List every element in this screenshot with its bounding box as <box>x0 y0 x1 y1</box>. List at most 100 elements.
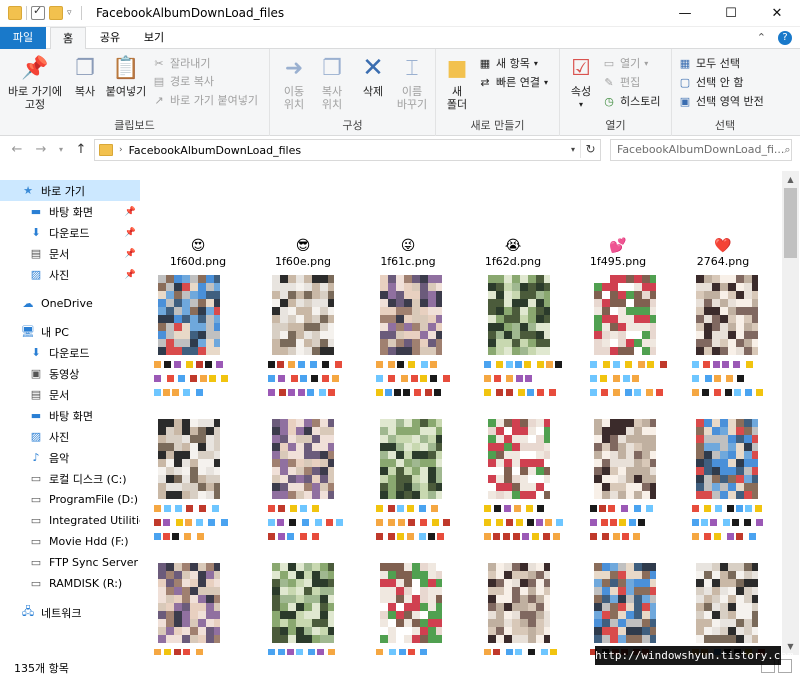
paste-shortcut-button[interactable]: ↗ 바로 가기 붙여넣기 <box>152 92 258 108</box>
tab-file[interactable]: 파일 <box>0 27 46 49</box>
nav-pc-item[interactable]: ▭ RAMDISK (R:) <box>0 573 140 594</box>
blurred-caption-dot <box>715 505 722 512</box>
nav-pc-item[interactable]: ▭ ProgramFile (D:) <box>0 489 140 510</box>
thumbnail-pixel <box>380 283 388 291</box>
nav-this-pc[interactable]: 🖥 내 PC <box>0 321 140 342</box>
tab-view[interactable]: 보기 <box>134 27 174 49</box>
maximize-button[interactable]: ☐ <box>708 0 754 27</box>
nav-pc-item[interactable]: ▭ Movie Hdd (F:) <box>0 531 140 552</box>
nav-network[interactable]: 🖧 네트워크 <box>0 602 140 623</box>
address-input[interactable]: › FacebookAlbumDownLoad_files <box>94 139 601 161</box>
nav-qa-downloads[interactable]: ⬇ 다운로드 📌 <box>0 222 140 243</box>
scroll-thumb[interactable] <box>784 188 797 258</box>
image-thumbnail[interactable] <box>594 563 656 643</box>
pin-quick-access-button[interactable]: 📌 바로 가기에 고정 <box>6 53 64 111</box>
pin-icon[interactable]: 📌 <box>125 249 136 259</box>
nav-pc-item[interactable]: ▨ 사진 <box>0 426 140 447</box>
help-icon[interactable]: ? <box>778 31 792 45</box>
close-button[interactable]: ✕ <box>754 0 800 27</box>
nav-pc-item[interactable]: ⬇ 다운로드 <box>0 342 140 363</box>
file-tile[interactable]: 😎 1f60e.png <box>253 237 353 269</box>
nav-pc-item[interactable]: ▭ FTP Sync Server (G <box>0 552 140 573</box>
image-thumbnail[interactable] <box>594 419 656 499</box>
back-arrow-icon[interactable]: ← <box>8 141 26 159</box>
thumbnail-pixel <box>512 443 520 451</box>
file-tile[interactable]: 😜 1f61c.png <box>358 237 458 269</box>
image-thumbnail[interactable] <box>272 275 334 355</box>
copy-to-button[interactable]: ❐ 복사 위치 <box>314 53 350 111</box>
image-thumbnail[interactable] <box>158 563 220 643</box>
image-thumbnail[interactable] <box>158 419 220 499</box>
image-thumbnail[interactable] <box>380 275 442 355</box>
tab-home[interactable]: 홈 <box>50 27 86 50</box>
thumbnail-pixel <box>206 451 214 459</box>
delete-button[interactable]: ✕ 삭제 <box>356 53 390 99</box>
minimize-button[interactable]: — <box>662 0 708 27</box>
vertical-scrollbar[interactable]: ▲ ▼ <box>782 171 799 655</box>
recent-dropdown-icon[interactable]: ▾ <box>52 141 70 159</box>
nav-qa-desktop[interactable]: ▬ 바탕 화면 📌 <box>0 201 140 222</box>
file-tile[interactable]: 💕 1f495.png <box>568 237 668 269</box>
up-arrow-icon[interactable]: ↑ <box>72 141 90 159</box>
search-input[interactable]: FacebookAlbumDownLoad_fi... ⌕ <box>610 139 792 161</box>
nav-qa-pictures[interactable]: ▨ 사진 📌 <box>0 264 140 285</box>
image-thumbnail[interactable] <box>594 275 656 355</box>
scroll-up-icon[interactable]: ▲ <box>782 171 799 188</box>
nav-pc-item[interactable]: ▣ 동영상 <box>0 363 140 384</box>
blurred-caption-dot <box>385 389 392 396</box>
invert-selection-button[interactable]: ▣ 선택 영역 반전 <box>678 93 764 109</box>
image-thumbnail[interactable] <box>272 563 334 643</box>
history-button[interactable]: ◷ 히스토리 <box>602 93 660 109</box>
image-thumbnail[interactable] <box>696 419 758 499</box>
copy-button[interactable]: ❐ 복사 <box>68 53 102 98</box>
pin-icon[interactable]: 📌 <box>125 270 136 280</box>
pin-icon[interactable]: 📌 <box>125 207 136 217</box>
image-thumbnail[interactable] <box>380 419 442 499</box>
copy-path-button[interactable]: ▤ 경로 복사 <box>152 73 214 89</box>
new-item-button[interactable]: ▦ 새 항목 ▾ <box>478 55 538 71</box>
select-all-button[interactable]: ▦ 모두 선택 <box>678 55 740 71</box>
image-thumbnail[interactable] <box>488 275 550 355</box>
image-thumbnail[interactable] <box>272 419 334 499</box>
open-button[interactable]: ▭ 열기 ▾ <box>602 55 648 71</box>
edit-button[interactable]: ✎ 편집 <box>602 74 640 90</box>
blurred-caption-dot <box>376 361 383 368</box>
image-thumbnail[interactable] <box>488 563 550 643</box>
file-tile[interactable]: ❤️ 2764.png <box>673 237 773 269</box>
tab-share[interactable]: 공유 <box>90 27 130 49</box>
thumbnail-pixel <box>396 467 404 475</box>
image-thumbnail[interactable] <box>380 563 442 643</box>
cut-button[interactable]: ✂ 잘라내기 <box>152 55 210 71</box>
nav-qa-documents[interactable]: ▤ 문서 📌 <box>0 243 140 264</box>
properties-button[interactable]: ☑ 속성 ▾ <box>566 53 596 111</box>
nav-pc-item[interactable]: ▭ Integrated Utilities ( <box>0 510 140 531</box>
chevron-down-icon[interactable]: ▿ <box>67 6 77 20</box>
nav-quick-access[interactable]: ★ 바로 가기 <box>0 180 140 201</box>
pin-icon[interactable]: 📌 <box>125 228 136 238</box>
nav-onedrive[interactable]: ☁ OneDrive <box>0 293 140 314</box>
properties-icon[interactable] <box>31 4 45 20</box>
nav-pc-item[interactable]: ▤ 문서 <box>0 384 140 405</box>
easy-access-button[interactable]: ⇄ 빠른 연결 ▾ <box>478 74 548 90</box>
new-folder-button[interactable]: ■ 새 폴더 <box>442 53 472 111</box>
image-thumbnail[interactable] <box>158 275 220 355</box>
file-tile[interactable]: 😭 1f62d.png <box>463 237 563 269</box>
breadcrumb[interactable]: FacebookAlbumDownLoad_files <box>129 144 301 157</box>
image-thumbnail[interactable] <box>696 563 758 643</box>
file-tile[interactable]: 😍 1f60d.png <box>148 237 248 269</box>
thumbnail-pixel <box>634 619 642 627</box>
image-thumbnail[interactable] <box>488 419 550 499</box>
new-folder-icon[interactable] <box>49 6 63 20</box>
paste-button[interactable]: 📋 붙여넣기 <box>104 53 148 98</box>
nav-pc-item[interactable]: ▬ 바탕 화면 <box>0 405 140 426</box>
refresh-icon[interactable]: ↻ <box>580 140 600 158</box>
thumbnail-pixel <box>528 603 536 611</box>
select-none-button[interactable]: ▢ 선택 안 함 <box>678 74 744 90</box>
nav-pc-item[interactable]: ♪ 음악 <box>0 447 140 468</box>
forward-arrow-icon[interactable]: → <box>32 141 50 159</box>
image-thumbnail[interactable] <box>696 275 758 355</box>
move-to-button[interactable]: ➜ 이동 위치 <box>276 53 312 111</box>
chevron-up-icon[interactable]: ⌃ <box>757 31 766 45</box>
nav-pc-item[interactable]: ▭ 로컬 디스크 (C:) <box>0 468 140 489</box>
rename-button[interactable]: ⌶ 이름 바꾸기 <box>392 53 432 111</box>
